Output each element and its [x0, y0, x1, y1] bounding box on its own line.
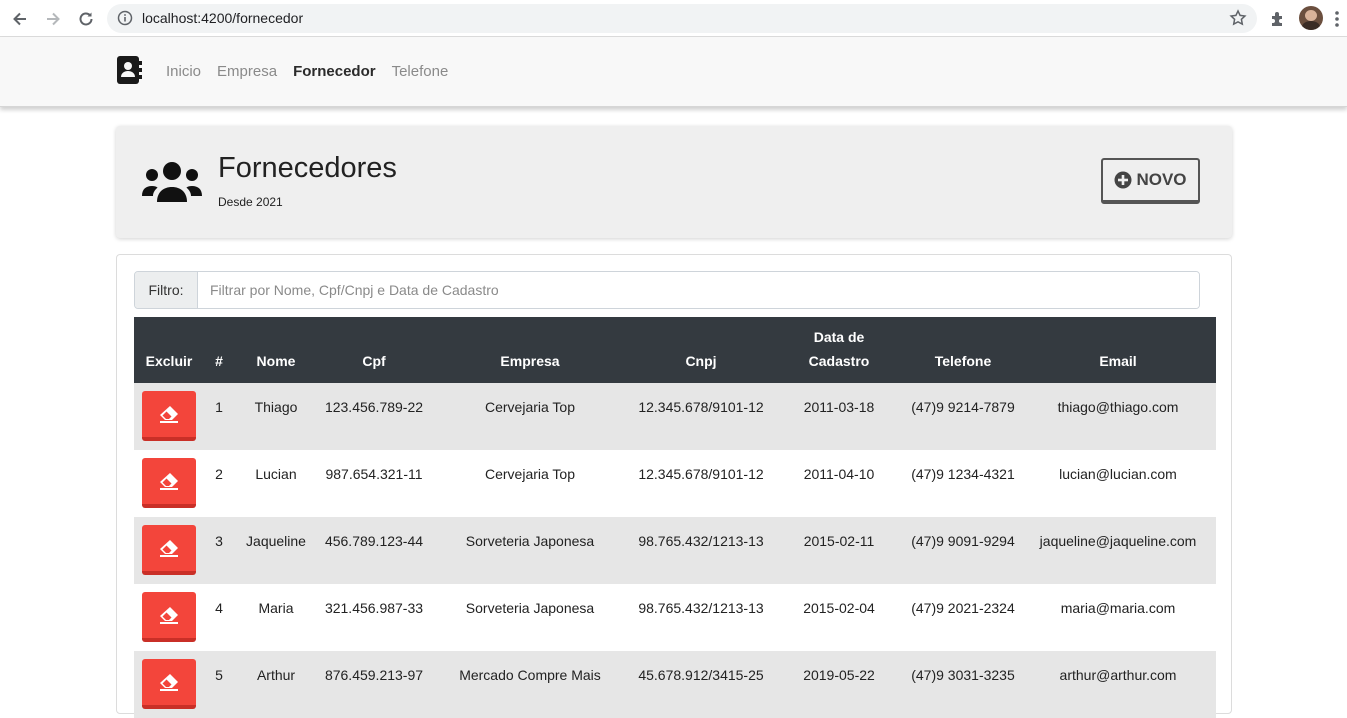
cell-nome: Maria	[234, 584, 318, 651]
cell-cpf: 321.456.987-33	[318, 584, 430, 651]
header-data-line1: Data de	[813, 329, 865, 345]
cell-telefone: (47)9 3031-3235	[906, 651, 1020, 718]
cell-data: 2011-03-18	[772, 383, 906, 450]
cell-telefone: (47)9 1234-4321	[906, 450, 1020, 517]
cell-nome: Jaqueline	[234, 517, 318, 584]
table-header-row: Excluir # Nome Cpf Empresa Cnpj Data de C…	[134, 317, 1216, 383]
header-nome: Nome	[234, 317, 318, 383]
cell-num: 4	[204, 584, 234, 651]
cell-email: maria@maria.com	[1020, 584, 1216, 651]
nav-link-fornecedor[interactable]: Fornecedor	[293, 63, 376, 80]
nav-link-telefone[interactable]: Telefone	[392, 63, 449, 80]
users-icon	[142, 162, 202, 202]
header-empresa: Empresa	[430, 317, 630, 383]
browser-menu-icon[interactable]	[1334, 10, 1340, 28]
cell-cnpj: 98.765.432/1213-13	[630, 517, 772, 584]
page-title: Fornecedores	[218, 152, 397, 184]
table-row: 4 Maria 321.456.987-33 Sorveteria Japone…	[134, 584, 1216, 651]
cell-num: 3	[204, 517, 234, 584]
cell-cpf: 456.789.123-44	[318, 517, 430, 584]
address-bar[interactable]: localhost:4200/fornecedor	[107, 4, 1257, 33]
page-header: Fornecedores Desde 2021 NOVO	[116, 126, 1232, 238]
header-data-line2: Cadastro	[808, 353, 870, 369]
delete-button[interactable]	[142, 391, 196, 441]
cell-empresa: Sorveteria Japonesa	[430, 517, 630, 584]
header-email: Email	[1020, 317, 1216, 383]
eraser-icon	[160, 406, 178, 423]
app-navbar: Inicio Empresa Fornecedor Telefone	[0, 37, 1347, 107]
nav-link-inicio[interactable]: Inicio	[166, 63, 201, 80]
header-cnpj: Cnpj	[630, 317, 772, 383]
eraser-icon	[160, 473, 178, 490]
new-button[interactable]: NOVO	[1101, 158, 1200, 204]
cell-data: 2011-04-10	[772, 450, 906, 517]
browser-toolbar: localhost:4200/fornecedor	[0, 0, 1347, 37]
eraser-icon	[160, 674, 178, 691]
header-telefone: Telefone	[906, 317, 1020, 383]
cell-cpf: 123.456.789-22	[318, 383, 430, 450]
new-button-label: NOVO	[1136, 170, 1187, 189]
cell-empresa: Mercado Compre Mais	[430, 651, 630, 718]
address-book-icon[interactable]	[115, 55, 143, 85]
filter-input[interactable]	[198, 272, 1199, 308]
forward-arrow-icon[interactable]	[42, 8, 64, 30]
filter-label: Filtro:	[135, 272, 198, 308]
header-num: #	[204, 317, 234, 383]
cell-cnpj: 12.345.678/9101-12	[630, 383, 772, 450]
bookmark-star-icon[interactable]	[1229, 9, 1247, 27]
page-subtitle: Desde 2021	[218, 195, 283, 209]
cell-num: 2	[204, 450, 234, 517]
delete-button[interactable]	[142, 458, 196, 508]
cell-telefone: (47)9 9214-7879	[906, 383, 1020, 450]
cell-email: jaqueline@jaqueline.com	[1020, 517, 1216, 584]
plus-circle-icon	[1114, 171, 1132, 189]
cell-nome: Lucian	[234, 450, 318, 517]
profile-avatar[interactable]	[1299, 6, 1323, 30]
cell-data: 2015-02-04	[772, 584, 906, 651]
url-text[interactable]: localhost:4200/fornecedor	[142, 10, 303, 27]
cell-cpf: 987.654.321-11	[318, 450, 430, 517]
reload-icon[interactable]	[75, 8, 97, 30]
cell-telefone: (47)9 9091-9294	[906, 517, 1020, 584]
eraser-icon	[160, 540, 178, 557]
delete-button[interactable]	[142, 592, 196, 642]
nav-links: Inicio Empresa Fornecedor Telefone	[166, 63, 448, 80]
cell-data: 2015-02-11	[772, 517, 906, 584]
cell-data: 2019-05-22	[772, 651, 906, 718]
header-data-cadastro: Data de Cadastro	[772, 317, 906, 383]
delete-button[interactable]	[142, 659, 196, 709]
cell-cnpj: 45.678.912/3415-25	[630, 651, 772, 718]
cell-cpf: 876.459.213-97	[318, 651, 430, 718]
cell-num: 1	[204, 383, 234, 450]
cell-num: 5	[204, 651, 234, 718]
table-row: 3 Jaqueline 456.789.123-44 Sorveteria Ja…	[134, 517, 1216, 584]
header-excluir: Excluir	[134, 317, 204, 383]
cell-cnpj: 12.345.678/9101-12	[630, 450, 772, 517]
table-row: 5 Arthur 876.459.213-97 Mercado Compre M…	[134, 651, 1216, 718]
cell-empresa: Cervejaria Top	[430, 383, 630, 450]
info-icon[interactable]	[117, 10, 133, 26]
table-row: 2 Lucian 987.654.321-11 Cervejaria Top 1…	[134, 450, 1216, 517]
cell-nome: Arthur	[234, 651, 318, 718]
cell-email: arthur@arthur.com	[1020, 651, 1216, 718]
back-arrow-icon[interactable]	[9, 8, 31, 30]
suppliers-card: Filtro: Excluir # Nome Cpf Empresa Cnpj …	[116, 254, 1232, 718]
cell-cnpj: 98.765.432/1213-13	[630, 584, 772, 651]
cell-telefone: (47)9 2021-2324	[906, 584, 1020, 651]
delete-button[interactable]	[142, 525, 196, 575]
cell-empresa: Cervejaria Top	[430, 450, 630, 517]
filter-group: Filtro:	[134, 271, 1200, 309]
cell-email: thiago@thiago.com	[1020, 383, 1216, 450]
cell-nome: Thiago	[234, 383, 318, 450]
header-cpf: Cpf	[318, 317, 430, 383]
suppliers-table: Excluir # Nome Cpf Empresa Cnpj Data de C…	[134, 317, 1216, 718]
nav-link-empresa[interactable]: Empresa	[217, 63, 277, 80]
extensions-puzzle-icon[interactable]	[1268, 9, 1288, 29]
eraser-icon	[160, 607, 178, 624]
suppliers-table-wrapper: Excluir # Nome Cpf Empresa Cnpj Data de C…	[134, 317, 1216, 718]
cell-email: lucian@lucian.com	[1020, 450, 1216, 517]
cell-empresa: Sorveteria Japonesa	[430, 584, 630, 651]
table-row: 1 Thiago 123.456.789-22 Cervejaria Top 1…	[134, 383, 1216, 450]
